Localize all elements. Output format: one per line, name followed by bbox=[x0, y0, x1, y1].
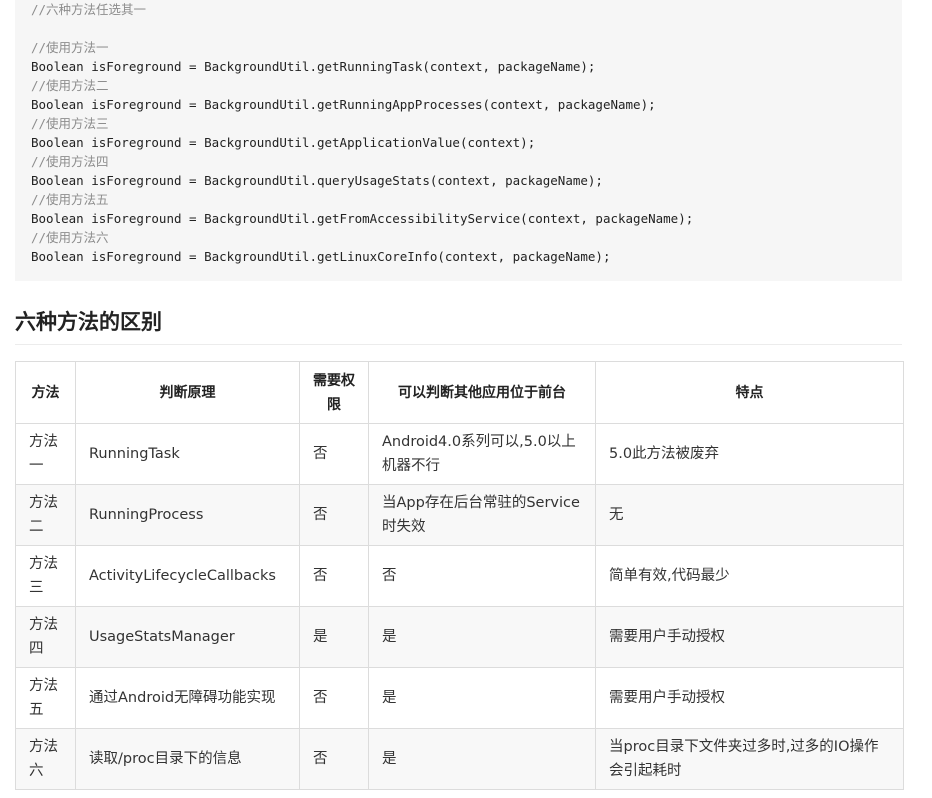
cell-permission: 否 bbox=[299, 728, 369, 790]
cell-other-apps: Android4.0系列可以,5.0以上机器不行 bbox=[368, 423, 596, 485]
table-row: 方法六 读取/proc目录下的信息 否 是 当proc目录下文件夹过多时,过多的… bbox=[15, 728, 904, 790]
code-statement-method-4: Boolean isForeground = BackgroundUtil.qu… bbox=[31, 173, 603, 188]
code-statement-method-2: Boolean isForeground = BackgroundUtil.ge… bbox=[31, 97, 656, 112]
code-statement-method-6: Boolean isForeground = BackgroundUtil.ge… bbox=[31, 249, 611, 264]
table-header-row: 方法 判断原理 需要权限 可以判断其他应用位于前台 特点 bbox=[15, 361, 904, 424]
cell-other-apps: 是 bbox=[368, 606, 596, 668]
cell-method: 方法五 bbox=[15, 667, 76, 729]
cell-principle: 读取/proc目录下的信息 bbox=[75, 728, 300, 790]
cell-permission: 是 bbox=[299, 606, 369, 668]
cell-method: 方法三 bbox=[15, 545, 76, 607]
cell-features: 5.0此方法被废弃 bbox=[595, 423, 904, 485]
comparison-table: 方法 判断原理 需要权限 可以判断其他应用位于前台 特点 方法一 Running… bbox=[15, 361, 904, 790]
code-comment-method-2: //使用方法二 bbox=[31, 78, 109, 93]
header-principle: 判断原理 bbox=[75, 361, 300, 424]
cell-principle: RunningTask bbox=[75, 423, 300, 485]
cell-principle: UsageStatsManager bbox=[75, 606, 300, 668]
cell-permission: 否 bbox=[299, 423, 369, 485]
code-statement-method-1: Boolean isForeground = BackgroundUtil.ge… bbox=[31, 59, 596, 74]
header-features: 特点 bbox=[595, 361, 904, 424]
cell-principle: ActivityLifecycleCallbacks bbox=[75, 545, 300, 607]
code-comment-method-1: //使用方法一 bbox=[31, 40, 109, 55]
table-row: 方法三 ActivityLifecycleCallbacks 否 否 简单有效,… bbox=[15, 545, 904, 607]
table-row: 方法二 RunningProcess 否 当App存在后台常驻的Service时… bbox=[15, 484, 904, 546]
cell-features: 需要用户手动授权 bbox=[595, 606, 904, 668]
code-statement-method-5: Boolean isForeground = BackgroundUtil.ge… bbox=[31, 211, 694, 226]
section-title: 六种方法的区别 bbox=[15, 310, 162, 334]
table-row: 方法一 RunningTask 否 Android4.0系列可以,5.0以上机器… bbox=[15, 423, 904, 485]
code-comment-method-5: //使用方法五 bbox=[31, 192, 109, 207]
table-row: 方法五 通过Android无障碍功能实现 否 是 需要用户手动授权 bbox=[15, 667, 904, 729]
header-method: 方法 bbox=[15, 361, 76, 424]
cell-principle: RunningProcess bbox=[75, 484, 300, 546]
cell-features: 需要用户手动授权 bbox=[595, 667, 904, 729]
header-permission: 需要权限 bbox=[299, 361, 369, 424]
table-row: 方法四 UsageStatsManager 是 是 需要用户手动授权 bbox=[15, 606, 904, 668]
cell-method: 方法四 bbox=[15, 606, 76, 668]
code-statement-method-3: Boolean isForeground = BackgroundUtil.ge… bbox=[31, 135, 536, 150]
code-comment-method-3: //使用方法三 bbox=[31, 116, 109, 131]
code-comment-method-4: //使用方法四 bbox=[31, 154, 109, 169]
cell-features: 简单有效,代码最少 bbox=[595, 545, 904, 607]
cell-principle: 通过Android无障碍功能实现 bbox=[75, 667, 300, 729]
section-divider bbox=[15, 344, 902, 345]
cell-features: 无 bbox=[595, 484, 904, 546]
cell-permission: 否 bbox=[299, 667, 369, 729]
cell-other-apps: 是 bbox=[368, 667, 596, 729]
cell-method: 方法二 bbox=[15, 484, 76, 546]
cell-features: 当proc目录下文件夹过多时,过多的IO操作会引起耗时 bbox=[595, 728, 904, 790]
cell-other-apps: 否 bbox=[368, 545, 596, 607]
cell-method: 方法一 bbox=[15, 423, 76, 485]
cell-permission: 否 bbox=[299, 484, 369, 546]
code-comment-method-6: //使用方法六 bbox=[31, 230, 109, 245]
code-block: //六种方法任选其一 //使用方法一 Boolean isForeground … bbox=[15, 0, 902, 281]
cell-method: 方法六 bbox=[15, 728, 76, 790]
cell-permission: 否 bbox=[299, 545, 369, 607]
cell-other-apps: 是 bbox=[368, 728, 596, 790]
code-header-comment: //六种方法任选其一 bbox=[31, 2, 147, 17]
cell-other-apps: 当App存在后台常驻的Service时失效 bbox=[368, 484, 596, 546]
header-other-apps: 可以判断其他应用位于前台 bbox=[368, 361, 596, 424]
